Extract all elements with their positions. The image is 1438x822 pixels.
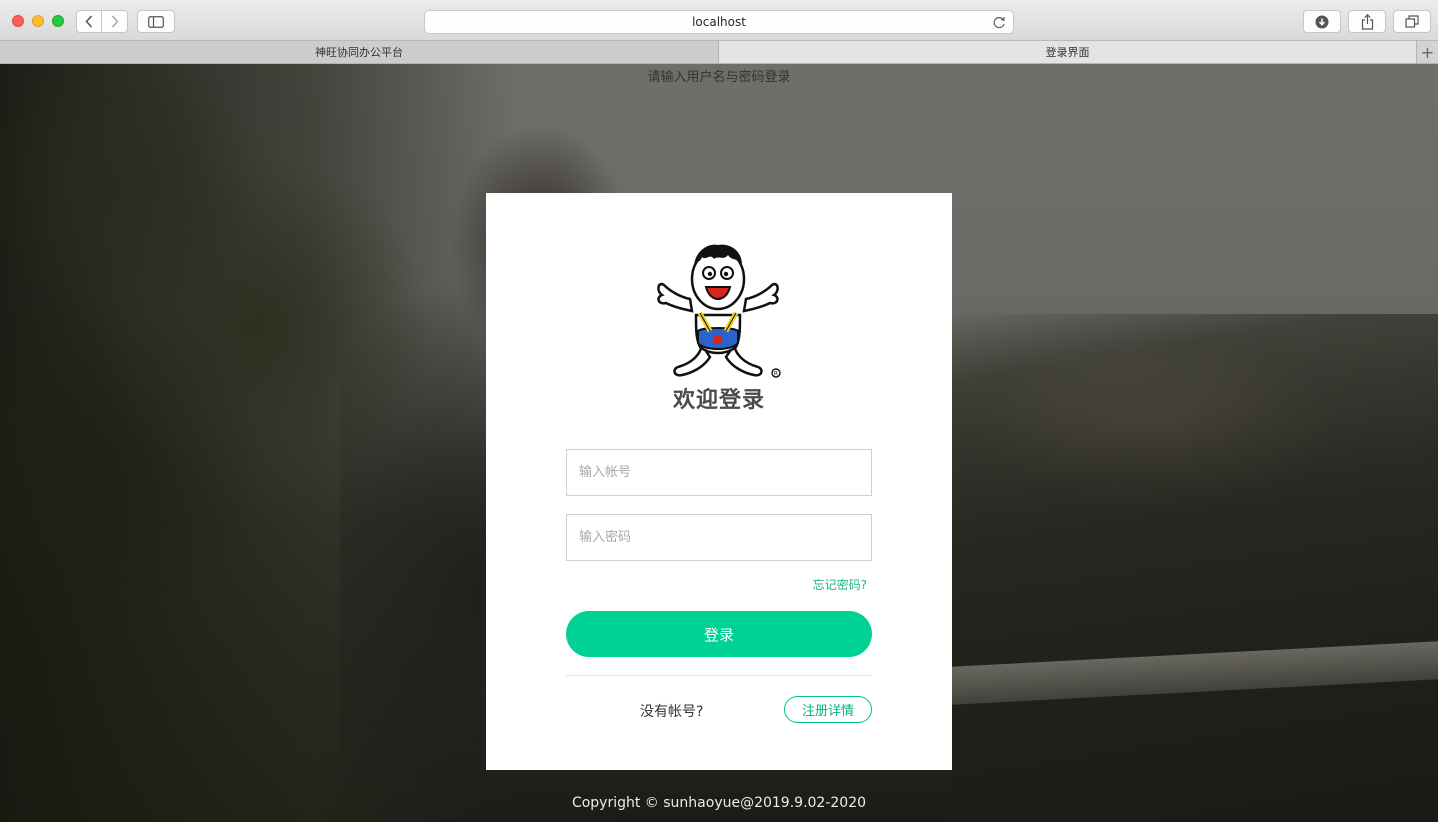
close-window-button[interactable] [12,15,24,27]
tab-login[interactable]: 登录界面 [719,41,1416,63]
browser-toolbar: localhost [0,0,1438,41]
divider [566,675,872,676]
tabs-overview-icon [1405,15,1419,28]
register-button[interactable]: 注册详情 [784,696,872,723]
login-hint: 请输入用户名与密码登录 [647,70,791,85]
zoom-window-button[interactable] [52,15,64,27]
copyright-footer: Copyright © sunhaoyue@2019.9.02-2020 [571,795,867,811]
login-page: 请输入用户名与密码登录 R 欢迎登录 输入帐号 忘记密码? 登录 没有帐号? 注… [0,64,1438,822]
minimize-window-button[interactable] [32,15,44,27]
forward-button[interactable] [102,10,128,33]
address-text: localhost [692,15,746,29]
download-icon [1315,15,1329,28]
reload-icon [993,16,1005,29]
back-button[interactable] [76,10,102,33]
password-input[interactable] [566,514,872,561]
forgot-password-link[interactable]: 忘记密码? [813,576,867,593]
new-tab-button[interactable]: + [1416,41,1438,63]
login-button[interactable]: 登录 [566,611,872,657]
tab-office-platform[interactable]: 神旺协同办公平台 [0,41,719,63]
back-icon [85,15,93,28]
tab-bar: 神旺协同办公平台 登录界面 + [0,41,1438,64]
account-input[interactable] [566,449,872,496]
address-bar[interactable]: localhost [424,10,1014,34]
sidebar-button[interactable] [137,10,175,33]
tab-overview-button[interactable] [1393,10,1431,33]
sidebar-icon [148,15,164,28]
welcome-title: 欢迎登录 [672,388,765,413]
background-photo-hill [950,314,1438,822]
mascot-logo: R [657,244,781,378]
history-nav [76,10,128,33]
reload-button[interactable] [993,15,1006,32]
share-icon [1361,13,1373,30]
no-account-label: 没有帐号? [640,704,704,720]
downloads-button[interactable] [1303,10,1341,33]
forward-icon [111,15,119,28]
svg-text:R: R [774,371,778,378]
share-button[interactable] [1348,10,1386,33]
login-card: R 欢迎登录 忘记密码? 登录 没有帐号? 注册详情 [486,193,952,770]
